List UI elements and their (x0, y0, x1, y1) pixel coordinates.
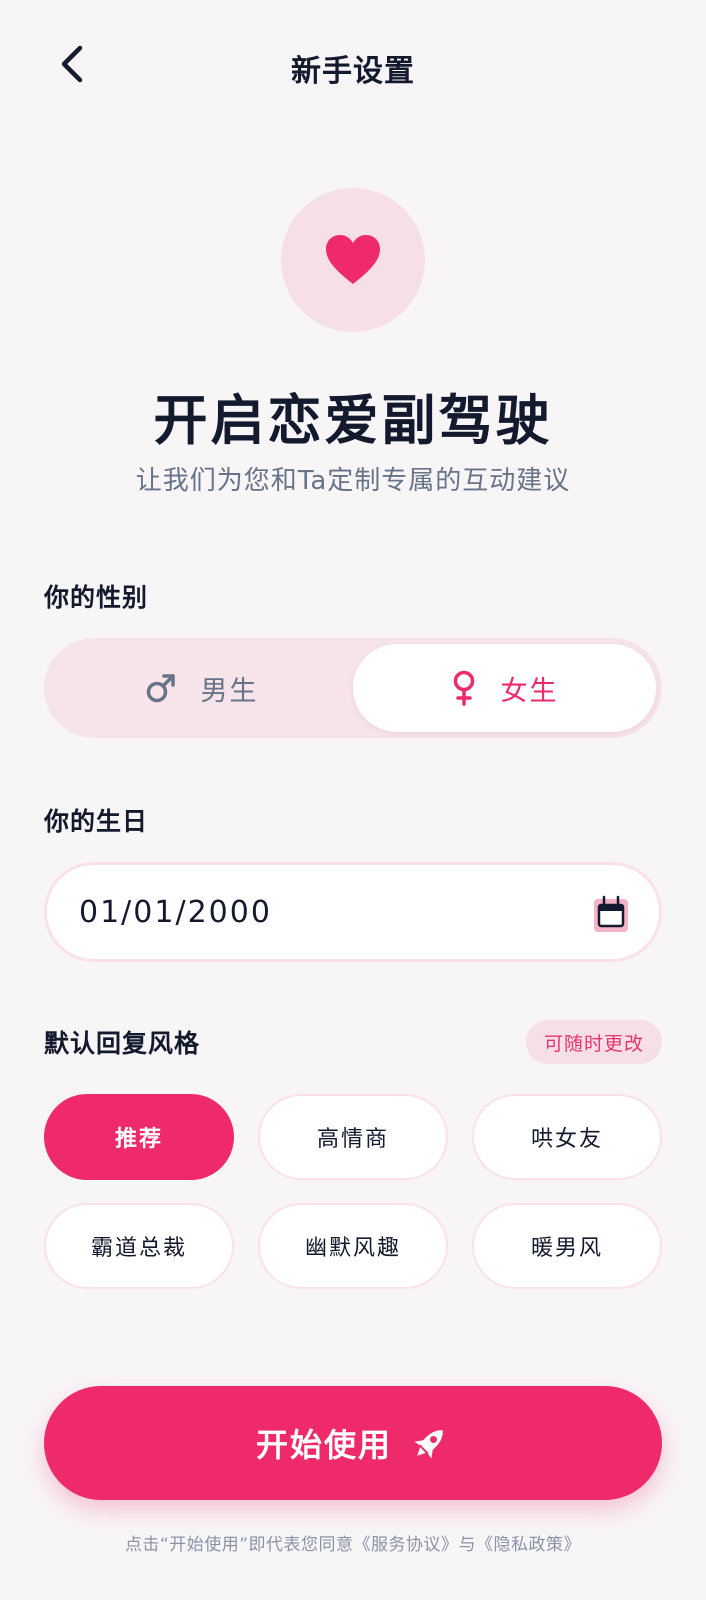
terms-note: 点击“开始使用”即代表您同意《服务协议》与《隐私政策》 (124, 1535, 582, 1555)
female-symbol-icon (453, 670, 474, 706)
style-chip-humorous[interactable]: 幽默风趣 (258, 1203, 448, 1289)
gender-option-label: 男生 (200, 675, 259, 707)
style-chip-coax-girlfriend[interactable]: 哄女友 (472, 1094, 662, 1180)
gender-option-male[interactable]: 男生 (50, 644, 353, 732)
heart-icon (326, 235, 380, 284)
style-chip-domineering-ceo[interactable]: 霸道总裁 (44, 1203, 234, 1289)
start-button[interactable]: 开始使用 (44, 1386, 662, 1500)
style-chip-high-eq[interactable]: 高情商 (258, 1094, 448, 1180)
gender-option-female[interactable]: 女生 (353, 644, 656, 732)
style-chip-warm-guy[interactable]: 暖男风 (472, 1203, 662, 1289)
reply-style-label: 默认回复风格 (44, 1029, 201, 1058)
header: 新手设置 (0, 0, 706, 134)
gender-option-label: 女生 (500, 675, 559, 707)
heart-badge (281, 188, 425, 332)
changeable-badge: 可随时更改 (526, 1020, 662, 1064)
birthday-date-field[interactable]: 01/01/2000 (44, 862, 662, 962)
hero-subtitle: 让我们为您和Ta定制专属的互动建议 (135, 466, 571, 496)
birthday-value: 01/01/2000 (79, 894, 272, 930)
gender-toggle: 男生 女生 (44, 638, 662, 738)
gender-label: 你的性别 (44, 583, 149, 612)
start-button-label: 开始使用 (255, 1426, 392, 1464)
birthday-label: 你的生日 (44, 807, 149, 836)
hero-title: 开启恋爱副驾驶 (153, 389, 553, 452)
page-title: 新手设置 (291, 54, 415, 89)
rocket-icon (414, 1430, 443, 1459)
male-symbol-icon (146, 674, 175, 703)
calendar-icon[interactable] (593, 895, 629, 933)
style-chip-recommended[interactable]: 推荐 (44, 1094, 234, 1180)
